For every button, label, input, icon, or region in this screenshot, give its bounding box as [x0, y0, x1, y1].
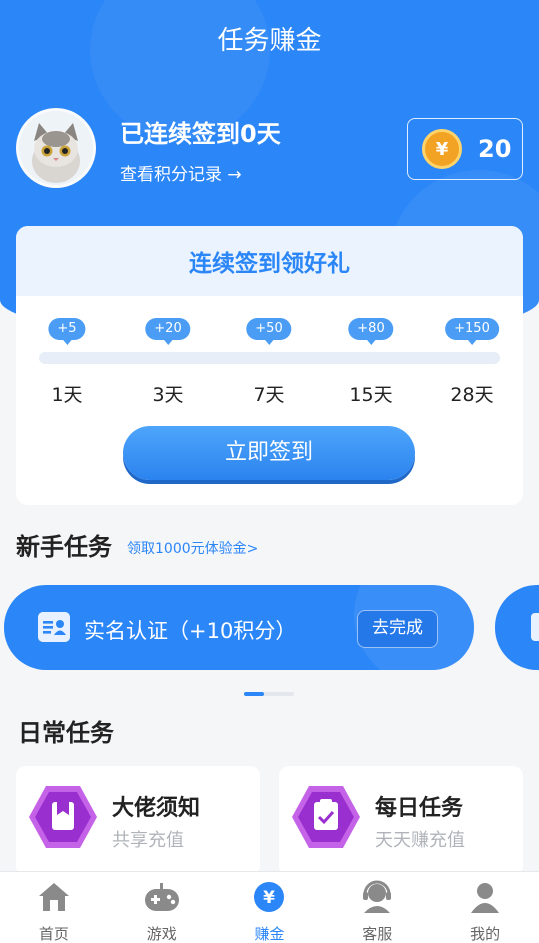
tab-home[interactable]: 首页 [0, 872, 108, 943]
reward-bubble: +5 [48, 318, 86, 345]
support-icon [363, 880, 392, 913]
avatar[interactable] [16, 108, 96, 188]
day-label: 1天 [51, 384, 83, 406]
bottom-tab-bar: 首页 游戏 ¥ 赚金 客服 我的 [0, 871, 539, 943]
reward-bubble: +80 [348, 318, 394, 345]
bookmark-icon [29, 786, 97, 848]
tab-label: 赚金 [254, 925, 285, 943]
svg-text:¥: ¥ [264, 888, 276, 908]
daily-card-title: 每日任务 [375, 796, 464, 821]
reward-bubble: +150 [445, 318, 499, 345]
daily-section-title: 日常任务 [18, 719, 114, 747]
clipboard-check-icon [292, 786, 360, 848]
task-text: 实名认证（+10积分） [84, 619, 297, 643]
daily-card-title: 大佬须知 [112, 796, 201, 821]
tab-earn[interactable]: ¥ 赚金 [216, 872, 324, 943]
tab-games[interactable]: 游戏 [108, 872, 216, 943]
tab-label: 客服 [362, 925, 393, 943]
checkin-progress-track [39, 352, 500, 364]
complete-task-button[interactable]: 去完成 [357, 610, 438, 648]
daily-card-tasks[interactable]: 每日任务 天天赚充值 [279, 766, 523, 876]
daily-card-subtitle: 天天赚充值 [375, 830, 465, 851]
tab-label: 我的 [470, 925, 501, 943]
home-icon [38, 883, 69, 911]
next-task-card[interactable] [495, 585, 539, 670]
newbie-task-card[interactable]: 实名认证（+10积分） 去完成 [4, 585, 474, 670]
carousel-indicator-active [244, 692, 264, 696]
id-card-icon [38, 612, 70, 642]
tab-label: 首页 [38, 925, 69, 943]
coin-balance[interactable]: ¥ 20 [407, 118, 523, 180]
day-label: 7天 [253, 384, 285, 406]
checkin-card: 连续签到领好礼 +5 +20 +50 +80 +150 1天 3天 7天 15天… [16, 226, 523, 505]
coin-value: 20 [478, 135, 512, 163]
page-title: 任务赚金 [217, 26, 322, 56]
day-label: 15天 [349, 384, 393, 406]
tab-support[interactable]: 客服 [323, 872, 431, 943]
daily-card-guide[interactable]: 大佬须知 共享充值 [16, 766, 260, 876]
day-label: 28天 [450, 384, 494, 406]
yen-icon: ¥ [254, 882, 285, 912]
coin-icon: ¥ [422, 129, 462, 169]
id-card-icon [531, 613, 539, 641]
carousel-indicator [244, 692, 294, 696]
points-record-link[interactable]: 查看积分记录 → [120, 160, 242, 185]
newbie-section-title: 新手任务 [16, 533, 112, 561]
tab-label: 游戏 [146, 925, 177, 943]
reward-bubble: +50 [246, 318, 292, 345]
experience-fund-link[interactable]: 领取1000元体验金> [127, 538, 258, 558]
reward-bubble: +20 [145, 318, 191, 345]
day-label: 3天 [152, 384, 184, 406]
tab-mine[interactable]: 我的 [431, 872, 539, 943]
daily-card-subtitle: 共享充值 [112, 830, 184, 851]
streak-text: 已连续签到0天 [120, 120, 281, 148]
cat-avatar-icon [19, 111, 93, 185]
gamepad-icon [144, 883, 179, 911]
user-icon [471, 883, 500, 913]
sign-in-button[interactable]: 立即签到 [123, 426, 415, 480]
checkin-title: 连续签到领好礼 [16, 226, 523, 296]
